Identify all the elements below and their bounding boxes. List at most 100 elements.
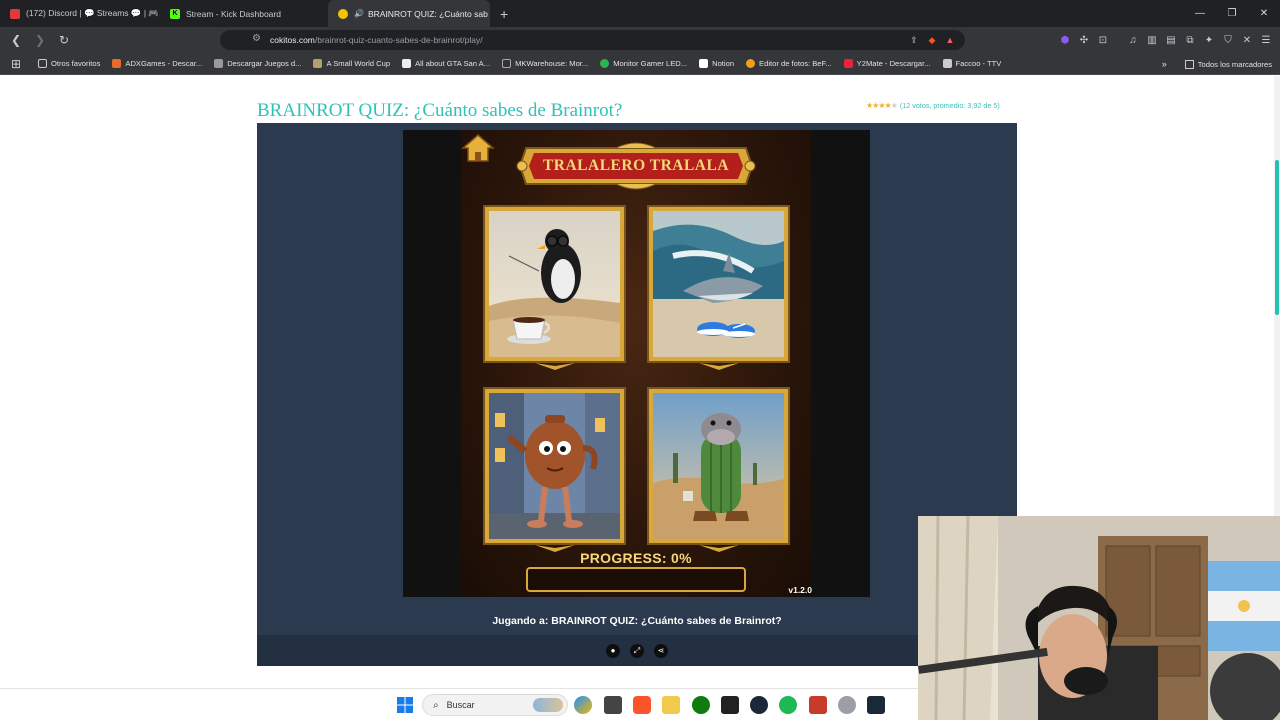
bookmark-label: All about GTA San A... [415, 59, 491, 68]
bookmark-item[interactable]: MKWarehouse: Mor... [502, 59, 588, 68]
leo-icon[interactable]: ✦ [1201, 30, 1217, 50]
bookmark-item[interactable]: Monitor Gamer LED... [600, 59, 687, 68]
lightbulb-icon[interactable]: ● [606, 643, 620, 658]
bookmark-favicon-icon [402, 59, 412, 68]
game-frame[interactable]: TRALALERO TRALALA PROGRESS: 0% v1.2.0 [403, 130, 870, 597]
taskbar-search[interactable]: ⌕ Buscar [422, 694, 568, 716]
sidebar-icon[interactable]: ▥ [1144, 30, 1160, 50]
game-container: TRALALERO TRALALA PROGRESS: 0% v1.2.0 Ju… [257, 123, 1017, 666]
penguin-coffee-option[interactable] [485, 207, 624, 361]
apps-grid-icon[interactable]: ⊞ [6, 54, 26, 74]
teapot-man-option[interactable] [485, 389, 624, 543]
wallet-icon[interactable]: ⧉ [1182, 30, 1198, 50]
progress-bar [526, 567, 746, 592]
forward-icon[interactable]: ❯ [30, 30, 50, 50]
brave-shield-icon[interactable]: ◆ [925, 33, 939, 47]
banner-title: TRALALERO TRALALA [542, 157, 730, 174]
extension-icon[interactable]: ⬢ [1057, 30, 1073, 50]
tab-label: (172) Discord | 💬 Streams 💬 | 🎮 [26, 8, 159, 18]
tab-discord[interactable]: (172) Discord | 💬 Streams 💬 | 🎮 [0, 0, 160, 27]
xbox-icon[interactable] [692, 696, 710, 714]
bookmark-item[interactable]: ADXGames - Descar... [112, 59, 202, 68]
home-icon[interactable] [461, 133, 495, 163]
tab-kick-dashboard[interactable]: K Stream - Kick Dashboard [160, 0, 328, 27]
url-domain: cokitos.com [270, 35, 315, 45]
bookmark-label: Faccoo - TTV [955, 59, 1002, 68]
bookmark-item[interactable]: Faccoo - TTV [942, 59, 1002, 68]
tab-brainrot-quiz[interactable]: 🔊 BRAINROT QUIZ: ¿Cuánto sab ✕ [328, 0, 490, 27]
share-icon[interactable]: ⇪ [907, 33, 921, 47]
brave-rewards-icon[interactable]: ▲ [943, 33, 957, 47]
site-info-icon[interactable]: ⚙ [252, 33, 261, 44]
maximize-icon[interactable]: ❐ [1216, 0, 1248, 27]
close-window-icon[interactable]: ✕ [1248, 0, 1280, 27]
bookmark-label: A Small World Cup [326, 59, 391, 68]
close-icon[interactable]: ✕ [1239, 30, 1255, 50]
scrollbar-thumb[interactable] [1275, 160, 1279, 315]
reload-icon[interactable]: ↻ [54, 30, 74, 50]
chevron-down-icon [535, 363, 575, 370]
bookmark-item[interactable]: Notion [699, 59, 734, 68]
bookmark-label: Y2Mate - Descargar... [856, 59, 931, 68]
bookmarks-bar: ⊞ Otros favoritos ADXGames - Descar... D… [0, 53, 1280, 75]
vpn-icon[interactable]: ⛉ [1220, 30, 1236, 50]
back-icon[interactable]: ❮ [6, 30, 26, 50]
bookmark-folder[interactable]: Otros favoritos [38, 59, 100, 68]
steam-icon[interactable] [750, 696, 768, 714]
hippo-cactus-image [653, 393, 784, 539]
windows-start-icon[interactable] [396, 696, 414, 714]
rating-text: (12 votos, promedio: 3,92 de 5) [899, 101, 1000, 110]
bookmark-label: Notion [712, 59, 735, 68]
bookmark-label: ADXGames - Descar... [125, 59, 203, 68]
rating-widget[interactable]: ★★★★★ (12 votos, promedio: 3,92 de 5) [866, 101, 1000, 110]
app-icon[interactable] [838, 696, 856, 714]
bookmark-item[interactable]: Descargar Juegos d... [214, 59, 301, 68]
shark-sneakers-option[interactable] [649, 207, 788, 361]
menu-icon[interactable]: ☰ [1258, 30, 1274, 50]
chevron-more-icon[interactable]: » [1162, 59, 1167, 69]
tab-label: Stream - Kick Dashboard [186, 8, 281, 19]
browser-tab-bar: (172) Discord | 💬 Streams 💬 | 🎮 K Stream… [0, 0, 1280, 27]
hippo-cactus-option[interactable] [649, 389, 788, 543]
reading-list-icon[interactable]: ▤ [1163, 30, 1179, 50]
copilot-icon[interactable] [574, 696, 592, 714]
share-icon[interactable]: ⋖ [654, 643, 668, 658]
obs-icon[interactable] [809, 696, 827, 714]
speaker-icon: 🔊 [354, 9, 364, 18]
search-icon: ⌕ [433, 699, 439, 711]
screenshot-icon[interactable]: ⊡ [1095, 30, 1111, 50]
steam-icon[interactable] [867, 696, 885, 714]
bookmark-label: Todos los marcadores [1197, 59, 1272, 69]
puzzle-icon[interactable]: ✣ [1076, 30, 1092, 50]
bookmark-label: Descargar Juegos d... [227, 59, 302, 68]
new-tab-button[interactable]: + [500, 6, 508, 22]
bookmark-favicon-icon [600, 59, 610, 68]
bookmark-label: Otros favoritos [51, 59, 101, 68]
fullscreen-icon[interactable]: ⤢ [630, 643, 644, 658]
game-controls: ● ⤢ ⋖ [257, 635, 1017, 666]
file-explorer-icon[interactable] [662, 696, 680, 714]
discord-icon [10, 8, 20, 19]
star-rating-icon[interactable]: ★★★★★ [866, 101, 898, 110]
bookmark-item[interactable]: A Small World Cup [313, 59, 390, 68]
spotify-icon[interactable] [779, 696, 797, 714]
bookmark-label: Editor de fotos: BeF... [759, 59, 832, 68]
bookmark-item[interactable]: Y2Mate - Descargar... [843, 59, 931, 68]
version-label: v1.2.0 [788, 585, 812, 595]
brave-browser-icon[interactable] [633, 696, 651, 714]
address-bar[interactable]: ⚙ cokitos.com/brainrot-quiz-cuanto-sabes… [220, 30, 965, 50]
shark-sneakers-image [653, 211, 784, 357]
bookmark-item[interactable]: Editor de fotos: BeF... [746, 59, 832, 68]
game-scene: TRALALERO TRALALA PROGRESS: 0% [461, 130, 811, 597]
minimize-icon[interactable]: — [1184, 0, 1216, 27]
penguin-coffee-image [489, 211, 620, 357]
bookmark-item[interactable]: All about GTA San A... [402, 59, 490, 68]
app-icon[interactable] [604, 696, 622, 714]
address-bar-icons: ⇪ ◆ ▲ [907, 33, 957, 47]
folder-icon [38, 59, 47, 68]
all-bookmarks[interactable]: » Todos los marcadores [1162, 53, 1272, 75]
music-icon[interactable]: ♫ [1125, 30, 1141, 50]
chevron-down-icon [699, 363, 739, 370]
epic-games-icon[interactable] [721, 696, 739, 714]
bookmark-favicon-icon [313, 59, 323, 68]
